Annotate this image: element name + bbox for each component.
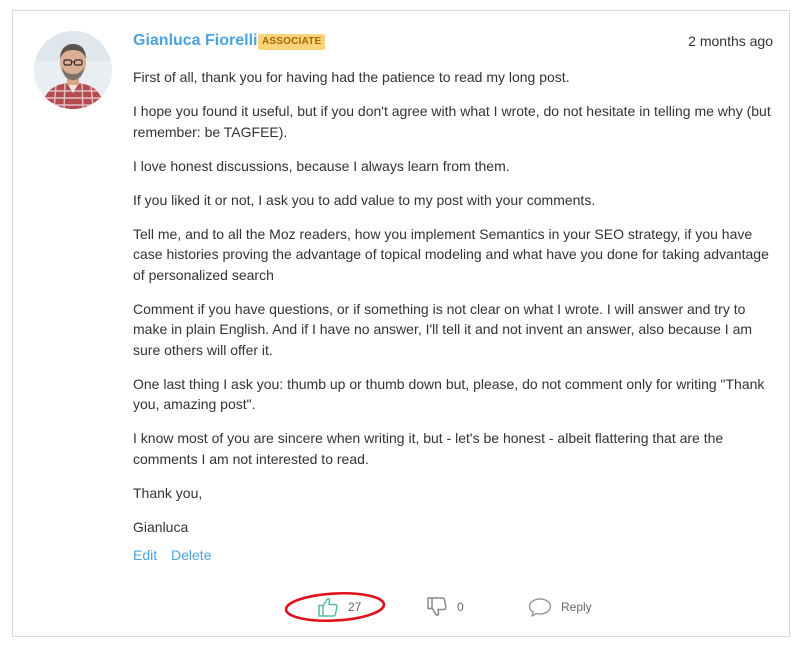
comment-paragraph: Comment if you have questions, or if som… <box>133 300 753 358</box>
upvote-button[interactable]: 27 <box>316 595 361 619</box>
vote-bar: 27 0 Reply <box>13 587 789 627</box>
downvote-button[interactable]: 0 <box>425 595 464 619</box>
thumbs-down-icon <box>425 595 449 619</box>
comment-signature: Gianluca <box>133 518 189 535</box>
comment-paragraph: One last thing I ask you: thumb up or th… <box>133 375 765 413</box>
comment-paragraph: First of all, thank you for having had t… <box>133 69 570 85</box>
timestamp: 2 months ago <box>688 33 773 49</box>
avatar[interactable] <box>34 31 112 109</box>
comment-actions: Edit Delete <box>133 547 221 563</box>
downvote-count: 0 <box>457 600 464 614</box>
edit-link[interactable]: Edit <box>133 547 157 563</box>
reply-label: Reply <box>561 600 592 614</box>
comment-paragraph: I know most of you are sincere when writ… <box>133 430 724 467</box>
comment-paragraph: I love honest discussions, because I alw… <box>133 157 510 174</box>
comment-paragraph: Thank you, <box>133 484 203 501</box>
thumbs-up-icon <box>316 595 340 619</box>
avatar-image <box>34 31 112 109</box>
comment-header: Gianluca Fiorelli ASSOCIATE 2 months ago <box>133 31 773 55</box>
delete-link[interactable]: Delete <box>171 547 211 563</box>
comment-card: Gianluca Fiorelli ASSOCIATE 2 months ago… <box>12 10 790 637</box>
comment-paragraph: If you liked it or not, I ask you to add… <box>133 191 596 208</box>
comment-paragraph: I hope you found it useful, but if you d… <box>133 103 771 140</box>
comment-body: First of all, thank you for having had t… <box>133 67 773 551</box>
reply-button[interactable]: Reply <box>527 595 592 619</box>
author-name-link[interactable]: Gianluca Fiorelli <box>133 32 257 50</box>
associate-badge: ASSOCIATE <box>258 34 326 50</box>
upvote-count: 27 <box>348 600 362 614</box>
comment-paragraph: Tell me, and to all the Moz readers, how… <box>133 225 769 283</box>
speech-bubble-icon <box>527 595 553 619</box>
